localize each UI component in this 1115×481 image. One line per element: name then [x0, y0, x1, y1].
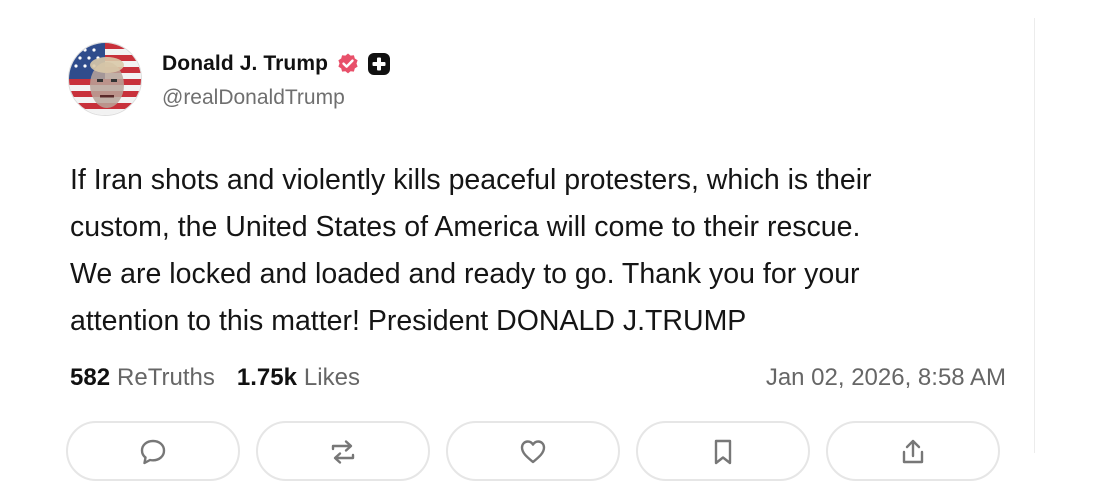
- share-icon: [902, 439, 924, 464]
- reply-button[interactable]: [66, 421, 240, 481]
- retruths-count: 582: [70, 364, 111, 391]
- flag-portrait-avatar-icon: [69, 43, 141, 115]
- verified-badge-icon: [336, 52, 360, 76]
- post-header: Donald J. Trump @realDonaldTrump: [68, 42, 391, 116]
- like-button[interactable]: [446, 421, 620, 481]
- bookmark-icon: [714, 439, 732, 465]
- post-timestamp[interactable]: Jan 02, 2026, 8:58 AM: [766, 364, 1010, 392]
- column-divider: [1034, 18, 1035, 453]
- retruths-stat[interactable]: 582 ReTruths: [70, 364, 215, 392]
- author-display-name[interactable]: Donald J. Trump: [162, 52, 328, 76]
- author-handle[interactable]: @realDonaldTrump: [162, 86, 391, 110]
- likes-count: 1.75k: [236, 364, 297, 391]
- post-actions: [66, 421, 1000, 481]
- post-stats: 582 ReTruths 1.75k Likes Jan 02, 2026, 8…: [70, 358, 1010, 398]
- likes-stat[interactable]: 1.75k Likes: [237, 364, 360, 392]
- avatar[interactable]: [68, 42, 142, 116]
- like-icon: [520, 440, 546, 464]
- share-button[interactable]: [826, 421, 1000, 481]
- post-body-text: If Iran shots and violently kills peacef…: [70, 164, 872, 337]
- retruths-label: ReTruths: [117, 364, 215, 391]
- plus-badge-icon: [367, 52, 391, 76]
- retruth-icon: [331, 440, 355, 464]
- retruth-button[interactable]: [256, 421, 430, 481]
- likes-label: Likes: [303, 364, 360, 391]
- bookmark-button[interactable]: [636, 421, 810, 481]
- reply-icon: [140, 439, 166, 465]
